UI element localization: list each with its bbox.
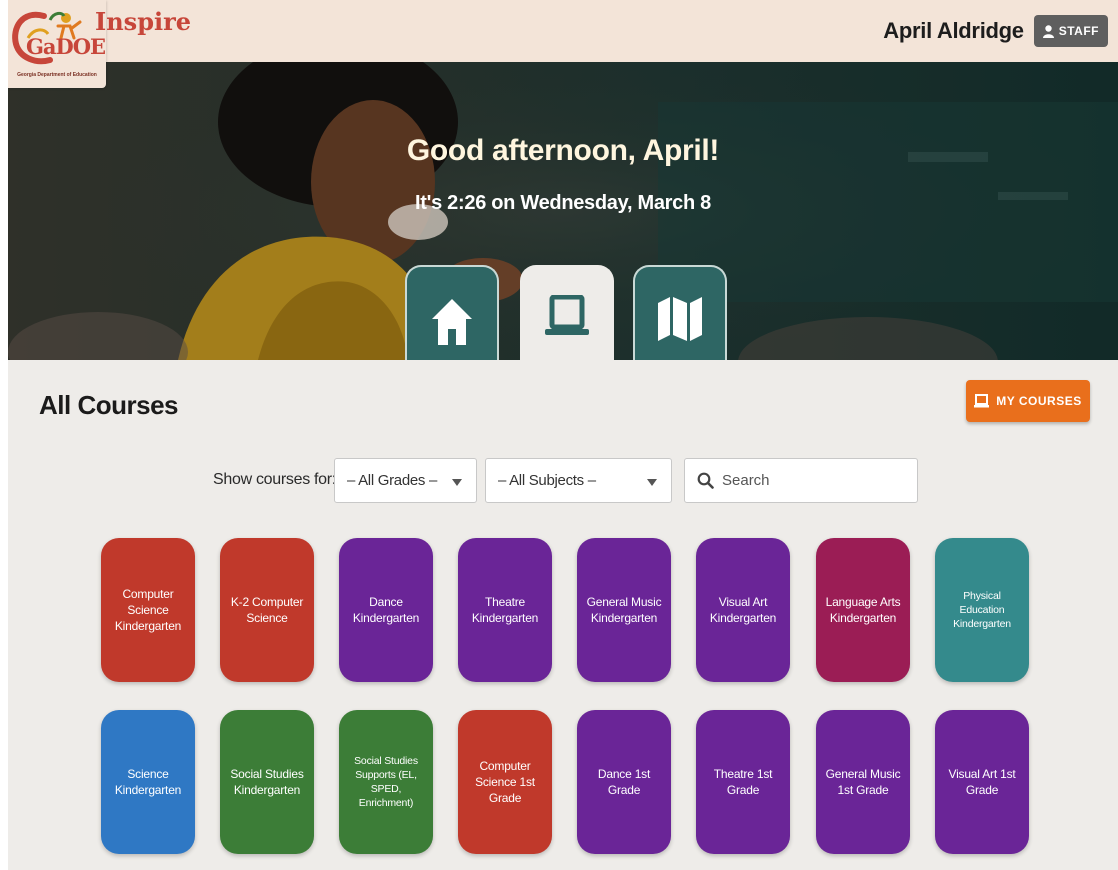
course-tile[interactable]: Science Kindergarten (101, 710, 195, 854)
logo-caption: Georgia Department of Education (17, 72, 97, 78)
date-time-text: It's 2:26 on Wednesday, March 8 (415, 192, 711, 214)
laptop-icon (545, 295, 589, 335)
course-tile[interactable]: Theatre 1st Grade (696, 710, 790, 854)
course-tile[interactable]: Dance 1st Grade (577, 710, 671, 854)
course-tile[interactable]: Social Studies Kindergarten (220, 710, 314, 854)
courses-section: All Courses MY COURSES Show courses for:… (8, 360, 1118, 870)
tab-courses[interactable] (520, 265, 614, 360)
course-tile[interactable]: Social Studies Supports (EL, SPED, Enric… (339, 710, 433, 854)
hero-banner: Good afternoon, April! It's 2:26 on Wedn… (8, 62, 1118, 360)
course-tile[interactable]: Visual Art 1st Grade (935, 710, 1029, 854)
app-frame: Good afternoon, April! It's 2:26 on Wedn… (8, 0, 1118, 870)
map-icon (658, 297, 702, 341)
tab-map[interactable] (633, 265, 727, 360)
greeting-heading: Good afternoon, April! (406, 134, 720, 167)
course-tile[interactable]: K-2 Computer Science (220, 538, 314, 682)
course-tile[interactable]: Visual Art Kindergarten (696, 538, 790, 682)
user-name[interactable]: April Aldridge (883, 18, 1024, 44)
course-tile[interactable]: General Music Kindergarten (577, 538, 671, 682)
tab-home[interactable] (405, 265, 499, 360)
course-grid: Computer Science Kindergarten K-2 Compute… (8, 360, 1118, 870)
course-tile[interactable]: General Music 1st Grade (816, 710, 910, 854)
staff-badge[interactable]: STAFF (1033, 15, 1108, 47)
course-tile[interactable]: Theatre Kindergarten (458, 538, 552, 682)
course-tile[interactable]: Computer Science 1st Grade (458, 710, 552, 854)
course-tile[interactable]: Dance Kindergarten (339, 538, 433, 682)
logo-wordmark: GaDOE (26, 34, 106, 59)
course-tile[interactable]: Physical Education Kindergarten (935, 538, 1029, 682)
app-name[interactable]: Inspire (95, 7, 191, 36)
top-bar: GaDOE Georgia Department of Education In… (8, 0, 1118, 88)
home-icon (432, 299, 472, 345)
gadoe-logo[interactable]: GaDOE Georgia Department of Education (8, 0, 106, 88)
course-tile[interactable]: Language Arts Kindergarten (816, 538, 910, 682)
staff-badge-label: STAFF (1058, 24, 1099, 38)
brand: GaDOE Georgia Department of Education In… (8, 0, 208, 88)
course-tile[interactable]: Computer Science Kindergarten (101, 538, 195, 682)
user-icon (1042, 24, 1054, 38)
user-area: April Aldridge STAFF (883, 15, 1118, 47)
